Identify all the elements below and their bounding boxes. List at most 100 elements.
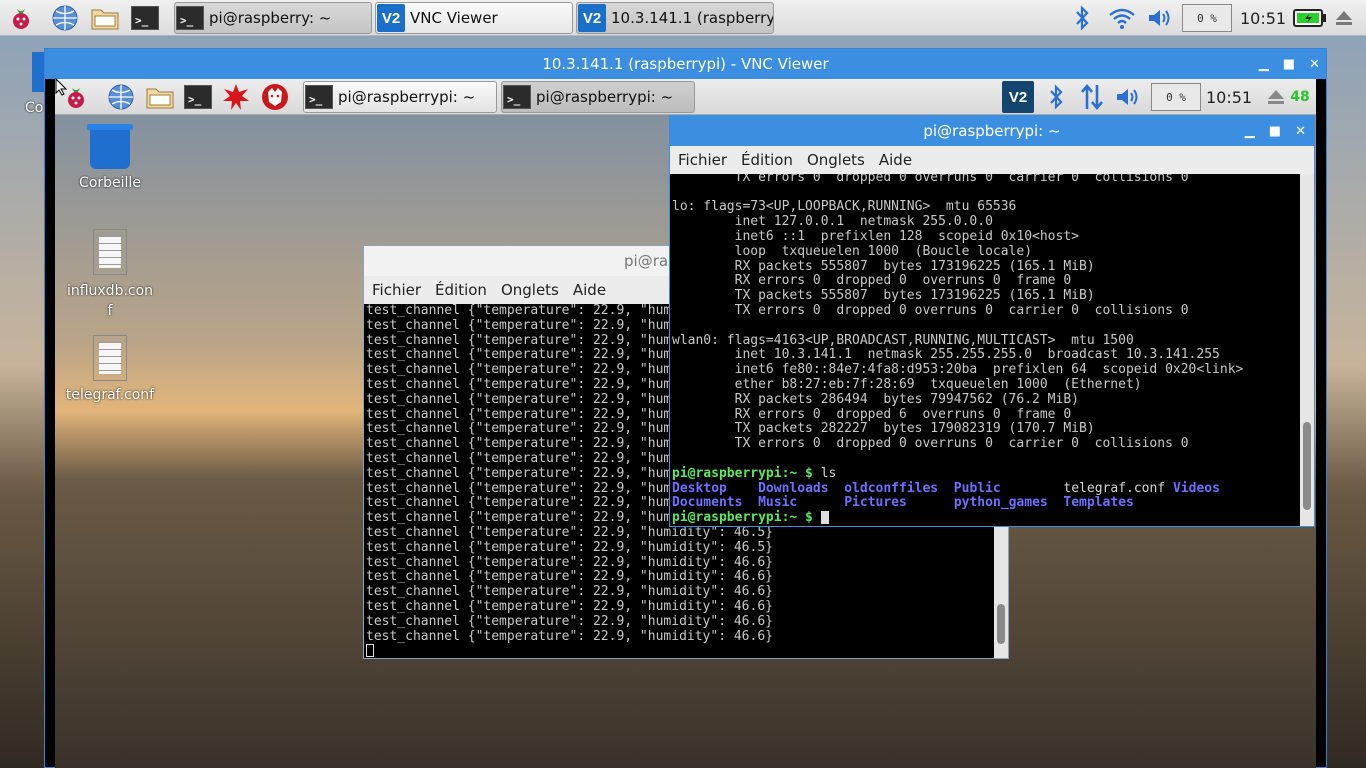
shell-prompt: pi@raspberrypi:~ $ — [672, 510, 813, 526]
bluetooth-icon[interactable] — [1072, 0, 1092, 36]
file-manager-icon[interactable] — [90, 3, 120, 33]
minimize-button[interactable]: ▁ — [1259, 57, 1269, 72]
terminal-line: inet 127.0.0.1 netmask 255.0.0.0 — [672, 214, 993, 230]
vnc-icon: V2 — [577, 3, 607, 33]
bluetooth-icon[interactable] — [1041, 82, 1071, 112]
terminal-titlebar[interactable]: pi@raspberrypi: ~ ▁ ■ ✕ — [670, 116, 1314, 146]
terminal-line: RX errors 0 dropped 6 overruns 0 frame 0 — [672, 406, 1072, 422]
icon-label: influxdb.conf — [66, 283, 154, 319]
remote-task-terminal-1[interactable]: >_ pi@raspberrypi: ~ — [303, 81, 497, 113]
scrollbar-thumb[interactable] — [997, 604, 1005, 644]
scrollbar[interactable] — [1300, 174, 1314, 526]
icon-label: telegraf.conf — [65, 387, 155, 403]
terminal-line: test_channel {"temperature": 22.9, "humi… — [366, 613, 773, 629]
terminal-line: TX errors 0 dropped 0 overruns 0 carrier… — [672, 303, 1189, 319]
terminal-line: test_channel {"temperature": 22.9, "humi… — [366, 598, 773, 614]
menu-edition[interactable]: Édition — [435, 281, 487, 299]
vnc-server-icon[interactable]: V2 — [1001, 80, 1035, 114]
file-manager-icon[interactable] — [145, 82, 175, 112]
menu-onglets[interactable]: Onglets — [807, 151, 865, 169]
close-button[interactable]: ✕ — [1295, 124, 1306, 139]
desktop-icon-trash[interactable]: Corbeille — [60, 124, 160, 191]
terminal-line: test_channel {"temperature": 22.9, "humi… — [366, 524, 773, 540]
terminal-output[interactable]: TX errors 0 dropped 0 overruns 0 carrier… — [670, 174, 1300, 526]
ls-entry: Public — [953, 480, 1001, 496]
cpu-usage-label: 0 % — [1182, 4, 1232, 32]
terminal-line: test_channel {"temperature": 22.9, "humi… — [366, 539, 773, 555]
web-browser-icon[interactable] — [106, 82, 136, 112]
maximize-button[interactable]: ■ — [1269, 124, 1281, 139]
ls-entry: Downloads — [758, 480, 829, 496]
menu-aide[interactable]: Aide — [573, 281, 606, 299]
clock[interactable]: 10:51 — [1206, 82, 1252, 112]
terminal-icon: >_ — [175, 3, 205, 33]
remote-taskbar: >_ >_ pi@raspberrypi: ~ >_ pi@raspberryp… — [55, 79, 1316, 115]
terminal-icon: >_ — [304, 82, 334, 112]
network-transfer-icon[interactable] — [1077, 82, 1107, 112]
eject-icon[interactable] — [1334, 0, 1354, 36]
remote-task-terminal-2[interactable]: >_ pi@raspberrypi: ~ — [501, 81, 695, 113]
maximize-button[interactable]: ■ — [1283, 57, 1295, 72]
ls-entry: Pictures — [844, 495, 907, 511]
host-task-vnc-viewer[interactable]: V2 VNC Viewer — [375, 2, 573, 34]
menu-aide[interactable]: Aide — [879, 151, 912, 169]
menu-edition[interactable]: Édition — [741, 151, 793, 169]
volume-icon[interactable] — [1146, 0, 1174, 36]
minimize-button[interactable]: ▁ — [1245, 124, 1255, 139]
volume-icon[interactable] — [1113, 82, 1143, 112]
terminal-icon: >_ — [502, 82, 532, 112]
task-label: pi@raspberrypi: ~ — [338, 88, 476, 106]
host-task-terminal[interactable]: >_ pi@raspberry: ~ — [174, 2, 372, 34]
wifi-icon[interactable] — [1108, 0, 1136, 36]
terminal-window-front[interactable]: pi@raspberrypi: ~ ▁ ■ ✕ Fichier Édition … — [669, 115, 1315, 527]
update-count-badge[interactable]: 48 — [1285, 82, 1315, 112]
ls-entry: Videos — [1172, 480, 1220, 496]
cpu-monitor: 0 % — [1182, 0, 1232, 36]
window-title: pi@raspberrypi: ~ — [923, 122, 1061, 140]
terminal-launcher-icon[interactable]: >_ — [183, 82, 213, 112]
ls-entry: python_games — [953, 495, 1048, 511]
terminal-line: test_channel {"temperature": 22.9, "humi… — [366, 569, 773, 585]
prompt-line-ls: pi@raspberrypi:~ $ ls — [672, 465, 1300, 482]
wolfram-icon[interactable] — [260, 82, 290, 112]
menu-fichier[interactable]: Fichier — [372, 281, 421, 299]
terminal-line: loop txqueuelen 1000 (Boucle locale) — [672, 243, 1033, 259]
vnc-titlebar[interactable]: 10.3.141.1 (raspberrypi) - VNC Viewer ▁ … — [45, 49, 1326, 79]
raspberry-menu-icon[interactable] — [6, 3, 36, 33]
battery-icon[interactable] — [1293, 0, 1327, 36]
mouse-pointer-icon — [55, 77, 68, 100]
ls-entry: Templates — [1063, 495, 1134, 511]
task-label: VNC Viewer — [410, 9, 498, 27]
terminal-line: TX errors 0 dropped 0 overruns 0 carrier… — [672, 436, 1189, 452]
terminal-launcher-icon[interactable]: >_ — [130, 3, 160, 33]
host-task-vnc-session[interactable]: V2 10.3.141.1 (raspberry… — [576, 2, 774, 34]
terminal-line: test_channel {"temperature": 22.9, "humi… — [366, 554, 773, 570]
ls-entry: Music — [758, 495, 798, 511]
terminal-line: wlan0: flags=4163<UP,BROADCAST,RUNNING,M… — [672, 332, 1134, 348]
menu-fichier[interactable]: Fichier — [678, 151, 727, 169]
ls-entry: Documents — [672, 495, 743, 511]
terminal-line: test_channel {"temperature": 22.9, "humi… — [366, 628, 773, 644]
terminal-menubar: Fichier Édition Onglets Aide — [670, 146, 1314, 174]
task-label: pi@raspberrypi: ~ — [536, 88, 674, 106]
remote-desktop-view[interactable]: >_ >_ pi@raspberrypi: ~ >_ pi@raspberryp… — [55, 79, 1316, 768]
task-label: pi@raspberry: ~ — [209, 9, 332, 27]
scrollbar-thumb[interactable] — [1303, 422, 1311, 510]
terminal-line: inet6 fe80::84e7:4fa8:d953:20ba prefixle… — [672, 362, 1244, 378]
close-button[interactable]: ✕ — [1309, 57, 1320, 72]
desktop-icon-telegraf[interactable]: telegraf.conf — [60, 335, 160, 403]
vnc-viewer-window: 10.3.141.1 (raspberrypi) - VNC Viewer ▁ … — [44, 48, 1327, 768]
web-browser-icon[interactable] — [50, 3, 80, 33]
ls-output-row: Desktop Downloads oldconffiles Public te… — [672, 480, 1300, 497]
desktop-icon-influxdb[interactable]: influxdb.conf — [60, 229, 160, 321]
ls-entry: telegraf.conf — [1063, 480, 1166, 496]
menu-onglets[interactable]: Onglets — [501, 281, 559, 299]
task-label: 10.3.141.1 (raspberry… — [611, 9, 774, 27]
icon-label: Corbeille — [79, 175, 141, 191]
clock[interactable]: 10:51 — [1240, 0, 1286, 36]
shell-command: ls — [820, 465, 837, 481]
ls-output-row: Documents Music Pictures python_games Te… — [672, 496, 1300, 511]
math-app-icon[interactable] — [221, 82, 251, 112]
